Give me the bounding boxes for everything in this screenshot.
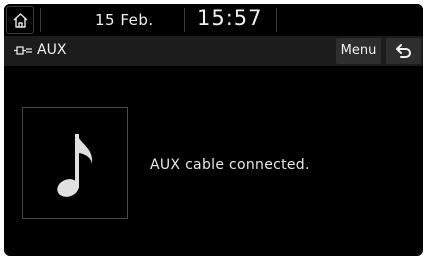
source-title: AUX xyxy=(37,42,67,58)
status-message: AUX cable connected. xyxy=(150,157,310,173)
title-bar: AUX Menu xyxy=(4,36,423,66)
music-note-icon xyxy=(57,134,93,197)
back-button[interactable] xyxy=(386,38,421,64)
clock-display: 15:57 xyxy=(197,6,263,30)
head-unit-screen: 15 Feb. 15:57 AUX Menu AUX cable connect… xyxy=(4,4,423,256)
status-bar: 15 Feb. 15:57 xyxy=(4,4,423,36)
home-icon xyxy=(13,13,28,28)
date-display: 15 Feb. xyxy=(95,11,154,29)
album-art-placeholder xyxy=(22,107,128,219)
separator xyxy=(40,8,41,32)
menu-button[interactable]: Menu xyxy=(336,38,381,64)
aux-plug-icon xyxy=(14,46,32,55)
home-button[interactable] xyxy=(6,6,34,34)
separator xyxy=(184,8,185,32)
back-arrow-icon xyxy=(396,44,411,58)
separator xyxy=(276,8,277,32)
